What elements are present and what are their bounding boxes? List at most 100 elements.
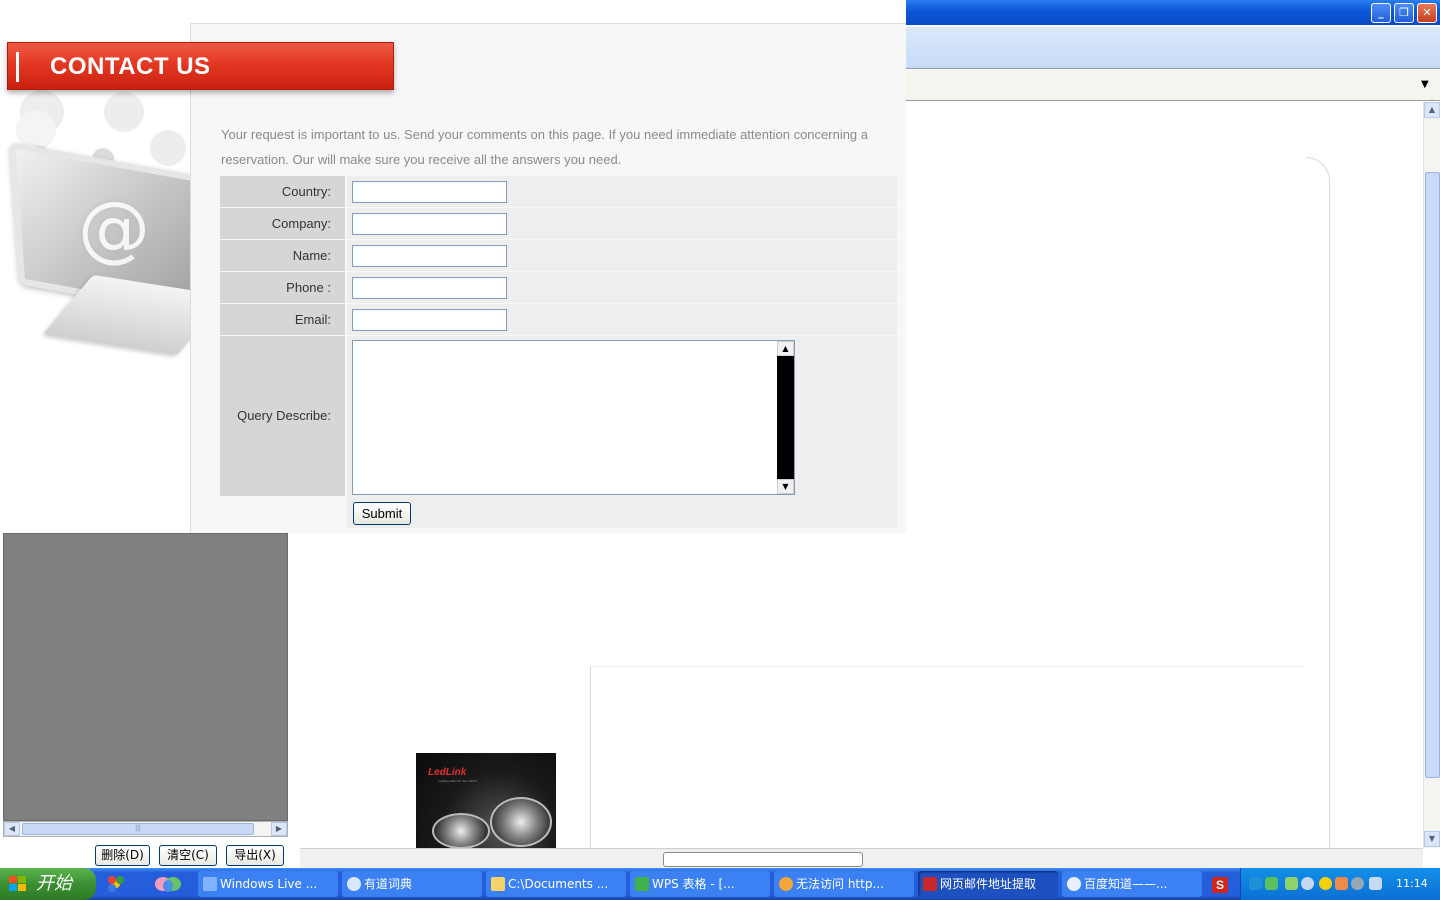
phone-field[interactable]: [352, 277, 507, 299]
email-field[interactable]: [352, 309, 507, 331]
quick-launch-butterfly-icon[interactable]: [152, 872, 188, 896]
contact-intro-text: Your request is important to us. Send yo…: [221, 127, 869, 167]
form-cell: Submit: [347, 496, 897, 528]
form-cell: [347, 176, 897, 207]
chrome-icon: [779, 877, 793, 891]
product-tagline: Leading LEDs for Your World: [438, 779, 477, 783]
scroll-up-arrow-icon[interactable]: ▲: [777, 341, 794, 356]
window-title-bar[interactable]: [906, 0, 1440, 25]
tray-app-icon[interactable]: [1335, 877, 1348, 890]
divider: [590, 667, 591, 848]
form-cell: ▲ ▼: [347, 336, 897, 496]
form-cell: [347, 304, 897, 335]
task-baidu-zhidao[interactable]: 百度知道——...: [1062, 871, 1202, 897]
vertical-scrollbar[interactable]: ▲ ▼: [1423, 102, 1440, 848]
scroll-left-arrow-icon[interactable]: ◀: [4, 822, 20, 836]
clock[interactable]: 11:14: [1396, 868, 1428, 900]
tray-chat-icon[interactable]: [1265, 877, 1278, 890]
submit-button[interactable]: Submit: [353, 502, 411, 525]
form-row-phone: Phone :: [220, 271, 897, 303]
task-label: WPS 表格 - [...: [652, 877, 735, 891]
result-list-scroll-thumb[interactable]: |||: [22, 823, 254, 835]
task-browser-unreachable[interactable]: 无法访问 http...: [774, 871, 914, 897]
form-row-country: Country:: [220, 175, 897, 207]
horizontal-scroll-thumb[interactable]: [663, 852, 863, 867]
result-list-panel[interactable]: [3, 533, 288, 821]
task-label: C:\Documents ...: [508, 877, 609, 891]
laptop-email-illustration: @: [0, 90, 190, 370]
form-row-query: Query Describe: ▲ ▼: [220, 335, 897, 496]
start-button[interactable]: 开始: [0, 868, 96, 900]
company-field[interactable]: [352, 213, 507, 235]
scroll-down-arrow-icon[interactable]: ▼: [1424, 831, 1440, 847]
query-describe-textarea[interactable]: ▲ ▼: [352, 340, 795, 495]
name-field[interactable]: [352, 245, 507, 267]
scroll-thumb[interactable]: [1425, 172, 1440, 778]
form-cell: [347, 240, 897, 271]
email-extractor-icon: [923, 877, 937, 891]
task-label: 百度知道——...: [1084, 877, 1168, 891]
country-label: Country:: [220, 176, 345, 207]
task-label: Windows Live ...: [220, 877, 318, 891]
contact-us-banner: CONTACT US: [7, 42, 394, 90]
scroll-up-arrow-icon[interactable]: ▲: [1424, 102, 1440, 118]
product-thumbnail[interactable]: LedLink Leading LEDs for Your World: [416, 753, 556, 848]
banner-accent-bar: [16, 52, 19, 82]
restore-icon[interactable]: ❐: [1394, 3, 1414, 23]
lens-image: [432, 813, 490, 848]
lens-image: [490, 797, 552, 847]
task-label: 无法访问 http...: [796, 877, 884, 891]
scroll-down-arrow-icon[interactable]: ▼: [777, 479, 794, 494]
tray-messenger-icon[interactable]: [1285, 877, 1298, 890]
form-cell-empty: [220, 496, 345, 528]
name-label: Name:: [220, 240, 345, 271]
task-wps-sheet[interactable]: WPS 表格 - [...: [630, 871, 770, 897]
task-documents-folder[interactable]: C:\Documents ...: [486, 871, 626, 897]
close-icon[interactable]: ✕: [1417, 3, 1437, 23]
textarea-scrollbar[interactable]: ▲ ▼: [777, 341, 794, 494]
task-email-extractor[interactable]: 网页邮件地址提取: [918, 871, 1058, 897]
task-windows-live[interactable]: Windows Live ...: [198, 871, 338, 897]
email-label: Email:: [220, 304, 345, 335]
form-row-company: Company:: [220, 207, 897, 239]
links-toolbar: [906, 70, 1440, 101]
clear-button[interactable]: 清空(C): [159, 845, 217, 866]
windows-logo-icon: [9, 876, 27, 892]
form-row-submit: Submit: [220, 496, 897, 529]
phone-label: Phone :: [220, 272, 345, 303]
folder-icon: [491, 877, 505, 891]
tray-plus-icon[interactable]: [1319, 877, 1332, 890]
task-label: 网页邮件地址提取: [940, 877, 1037, 891]
task-label: 有道词典: [364, 877, 413, 891]
company-label: Company:: [220, 208, 345, 239]
tray-volume-icon[interactable]: [1351, 877, 1364, 890]
quick-launch-pinwheel-icon[interactable]: [104, 872, 140, 896]
result-list-hscrollbar[interactable]: ◀ ||| ▶: [3, 821, 288, 837]
windows-live-icon: [203, 877, 217, 891]
form-cell: [347, 272, 897, 303]
delete-button[interactable]: 删除(D): [95, 845, 150, 866]
scroll-right-arrow-icon[interactable]: ▶: [271, 822, 287, 836]
start-label: 开始: [36, 873, 72, 894]
country-field[interactable]: [352, 181, 507, 203]
decor-circle: [104, 92, 144, 132]
product-brand-logo: LedLink: [428, 767, 467, 778]
query-describe-label: Query Describe:: [220, 336, 345, 496]
ie-icon: [1067, 877, 1081, 891]
banner-title: CONTACT US: [50, 53, 211, 80]
wps-spreadsheet-icon: [635, 877, 649, 891]
tray-search-icon[interactable]: [1301, 877, 1314, 890]
tray-network-icon[interactable]: [1249, 877, 1262, 890]
form-row-name: Name:: [220, 239, 897, 271]
at-sign-icon: @: [78, 186, 150, 270]
export-button[interactable]: 导出(X): [226, 845, 284, 866]
task-youdao-dict[interactable]: 有道词典: [342, 871, 482, 897]
form-row-email: Email:: [220, 303, 897, 335]
toolbar-chevron-down-icon[interactable]: ▼: [1421, 79, 1429, 90]
tray-shield-icon[interactable]: [1369, 877, 1382, 890]
wps-tray-icon[interactable]: S: [1212, 877, 1228, 893]
minimize-icon[interactable]: _: [1371, 3, 1391, 23]
youdao-icon: [347, 877, 361, 891]
horizontal-scrollbar[interactable]: [300, 848, 1423, 868]
form-cell: [347, 208, 897, 239]
